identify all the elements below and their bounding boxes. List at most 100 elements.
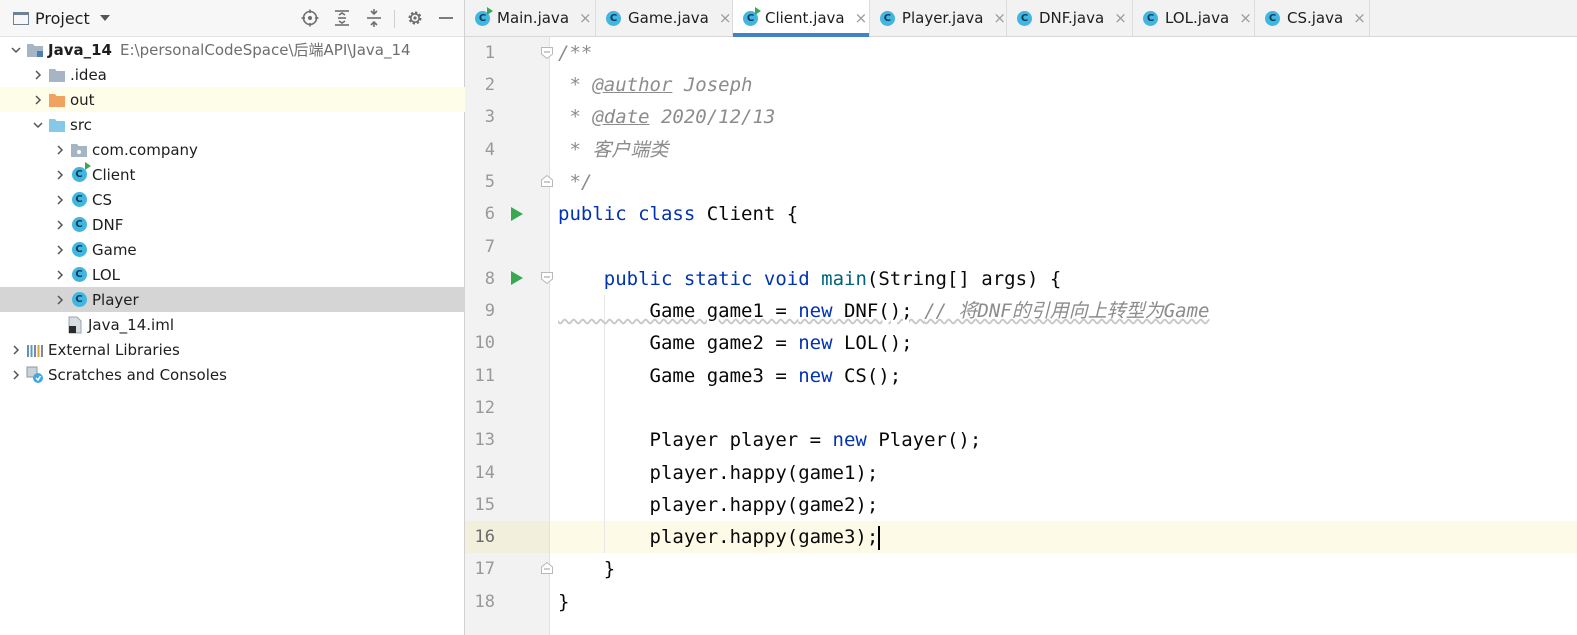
class-icon: C xyxy=(70,241,88,259)
class-icon: C xyxy=(880,10,895,26)
tree-item-game[interactable]: C Game xyxy=(0,237,515,262)
tree-item-label: External Libraries xyxy=(48,340,180,359)
line-number: 6 xyxy=(484,204,495,224)
class-icon: C xyxy=(70,191,88,209)
tree-item-com-company[interactable]: com.company xyxy=(0,137,515,162)
class-icon: C xyxy=(1265,10,1280,26)
run-class-icon[interactable] xyxy=(511,207,523,221)
tree-item-dnf[interactable]: C DNF xyxy=(0,212,515,237)
close-icon[interactable]: × xyxy=(1114,10,1127,26)
code-line-10: Game game2 = new LOL(); xyxy=(558,332,913,354)
line-number: 4 xyxy=(484,140,495,160)
fold-end-icon[interactable] xyxy=(540,561,554,575)
tree-item-lol[interactable]: C LOL xyxy=(0,262,515,287)
fold-end-icon[interactable] xyxy=(540,174,554,188)
fold-open-icon[interactable] xyxy=(540,271,554,285)
chevron-down-icon[interactable] xyxy=(30,117,46,133)
tab-player-java[interactable]: C Player.java × xyxy=(870,0,1007,36)
code-editor[interactable]: 1 2 3 4 5 6 7 8 9 10 11 12 13 14 15 16 1… xyxy=(465,37,1577,635)
code-line-14: player.happy(game1); xyxy=(558,462,879,484)
close-icon[interactable]: × xyxy=(579,10,592,26)
tab-client-java[interactable]: C Client.java × xyxy=(733,0,870,37)
module-folder-icon xyxy=(26,41,44,59)
chevron-right-icon[interactable] xyxy=(52,242,68,258)
collapse-all-icon xyxy=(367,9,381,27)
code-line-8: public static void main(String[] args) { xyxy=(603,268,1062,290)
code-line-15: player.happy(game2); xyxy=(558,494,879,516)
tree-item-out[interactable]: out xyxy=(0,87,493,112)
tab-dnf-java[interactable]: C DNF.java × xyxy=(1007,0,1133,36)
project-panel-header: Project xyxy=(0,0,464,37)
chevron-down-icon xyxy=(99,15,110,21)
code-line-11: Game game3 = new CS(); xyxy=(558,365,902,387)
expand-all-icon xyxy=(335,10,349,26)
tree-item-client[interactable]: C Client xyxy=(0,161,515,187)
line-number: 16 xyxy=(474,527,495,547)
chevron-right-icon[interactable] xyxy=(8,367,24,383)
close-icon[interactable]: × xyxy=(993,10,1006,26)
chevron-right-icon[interactable] xyxy=(30,92,46,108)
code-line-17: } xyxy=(558,558,616,580)
code-line-13: Player player = new Player(); xyxy=(558,429,982,451)
locate-file-button[interactable] xyxy=(300,8,320,28)
line-number: 5 xyxy=(484,172,495,192)
close-icon[interactable]: × xyxy=(855,10,868,26)
tree-item-cs[interactable]: C CS xyxy=(0,187,515,212)
tree-item-java14[interactable]: Java_14 E:\personalCodeSpace\后端API\Java_… xyxy=(0,37,471,62)
settings-button[interactable] xyxy=(405,8,425,28)
gear-icon xyxy=(408,11,422,25)
tree-item-src[interactable]: src xyxy=(0,112,493,137)
line-number: 18 xyxy=(474,592,495,612)
chevron-right-icon[interactable] xyxy=(8,342,24,358)
tab-cs-java[interactable]: C CS.java × xyxy=(1255,0,1370,36)
class-icon: C xyxy=(1143,10,1158,26)
tree-item-player[interactable]: C Player xyxy=(0,287,515,312)
chevron-right-icon[interactable] xyxy=(52,267,68,283)
tab-label: DNF.java xyxy=(1039,9,1105,27)
crosshair-icon xyxy=(301,9,319,27)
project-view-selector[interactable]: Project xyxy=(13,8,110,28)
tab-main-java[interactable]: C Main.java × xyxy=(465,0,596,36)
class-icon: C xyxy=(70,291,88,309)
hide-panel-button[interactable] xyxy=(436,8,456,28)
run-main-icon[interactable] xyxy=(511,271,523,285)
tree-item-idea[interactable]: .idea xyxy=(0,62,493,87)
close-icon[interactable]: × xyxy=(1239,10,1252,26)
package-icon xyxy=(70,141,88,159)
chevron-down-icon[interactable] xyxy=(8,42,24,58)
chevron-right-icon[interactable] xyxy=(52,167,68,183)
collapse-all-button[interactable] xyxy=(364,8,384,28)
close-icon[interactable]: × xyxy=(1353,10,1366,26)
tree-item-path: E:\personalCodeSpace\后端API\Java_14 xyxy=(119,41,411,59)
tab-label: Game.java xyxy=(628,9,709,27)
tree-item-label: DNF xyxy=(92,215,124,234)
chevron-right-icon[interactable] xyxy=(52,142,68,158)
tab-game-java[interactable]: C Game.java × xyxy=(596,0,733,36)
line-number: 8 xyxy=(484,269,495,289)
line-number: 9 xyxy=(484,301,495,321)
tree-item-label: Client xyxy=(92,165,136,184)
chevron-right-icon[interactable] xyxy=(52,292,68,308)
text-caret xyxy=(878,525,881,550)
chevron-right-icon[interactable] xyxy=(52,217,68,233)
chevron-right-icon[interactable] xyxy=(30,67,46,83)
fold-open-icon[interactable] xyxy=(540,46,554,60)
line-number: 10 xyxy=(474,333,495,353)
tree-item-external-libraries[interactable]: External Libraries xyxy=(0,337,471,362)
expand-all-button[interactable] xyxy=(332,8,352,28)
tab-lol-java[interactable]: C LOL.java × xyxy=(1133,0,1255,36)
tree-item-label: CS xyxy=(92,190,112,209)
tree-item-iml[interactable]: Java_14.iml xyxy=(0,312,511,337)
tab-label: Player.java xyxy=(901,9,984,27)
close-icon[interactable]: × xyxy=(719,10,732,26)
tree-item-scratches[interactable]: Scratches and Consoles xyxy=(0,362,471,387)
tree-item-label: Java_14.iml xyxy=(88,315,174,334)
code-line-3: * @date 2020/12/13 xyxy=(558,106,776,128)
tab-label: Client.java xyxy=(765,9,845,27)
class-icon: C xyxy=(70,266,88,284)
code-line-1: /** xyxy=(558,42,593,64)
header-divider xyxy=(394,10,395,28)
line-number: 17 xyxy=(474,559,495,579)
chevron-right-icon[interactable] xyxy=(52,192,68,208)
code-line-2: * @author Joseph xyxy=(558,74,753,96)
